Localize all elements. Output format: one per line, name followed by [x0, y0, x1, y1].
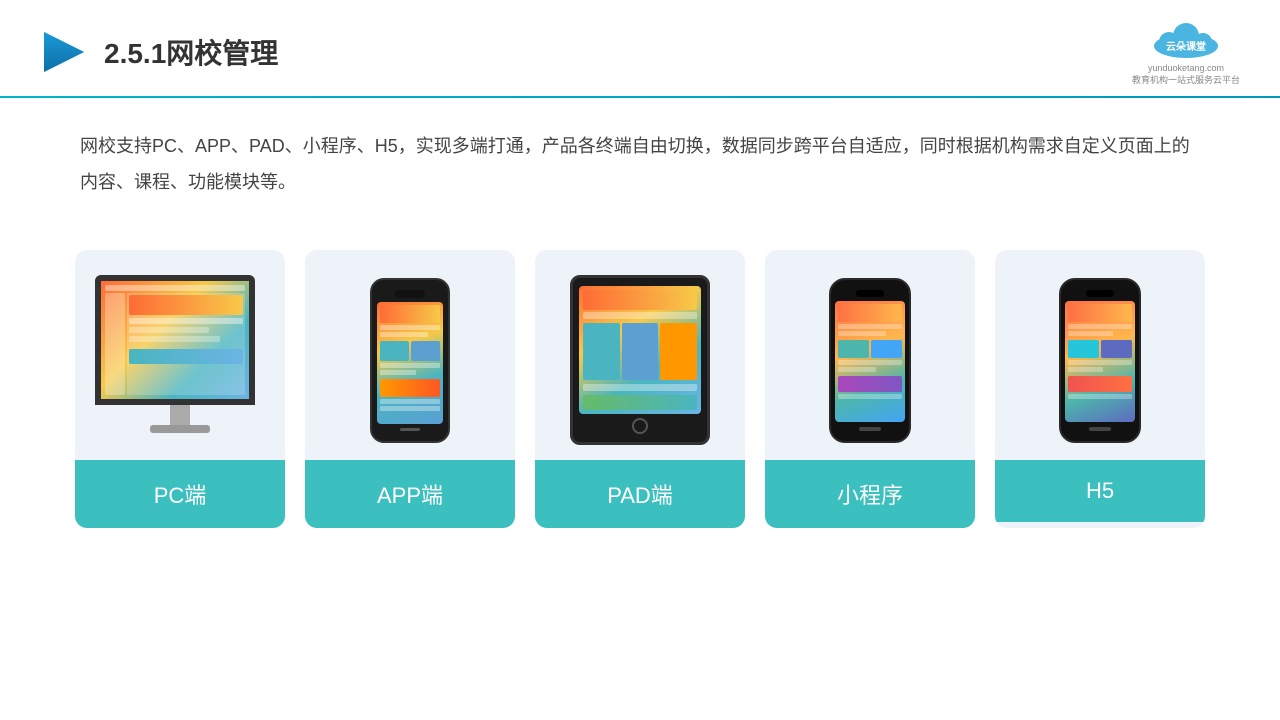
description-text: 网校支持PC、APP、PAD、小程序、H5，实现多端打通，产品各终端自由切换，数…: [80, 128, 1200, 200]
header-left: 2.5.1网校管理: [40, 28, 278, 76]
page: 2.5.1网校管理 云朵课堂 yunduoketang.com 教育机构一站式服…: [0, 0, 1280, 720]
h5-screen: [1065, 301, 1135, 422]
card-pc: PC端: [75, 250, 285, 528]
card-pc-image: [75, 250, 285, 460]
svg-text:云朵课堂: 云朵课堂: [1166, 40, 1206, 53]
logo-url: yunduoketang.com: [1148, 63, 1224, 73]
page-title: 2.5.1网校管理: [104, 32, 278, 72]
card-app-image: [305, 250, 515, 460]
card-miniprogram-label: 小程序: [765, 460, 975, 528]
phone-screen: [377, 302, 443, 424]
card-h5: H5: [995, 250, 1205, 528]
mini-notch: [856, 290, 884, 297]
h5-phone-icon: [1059, 278, 1141, 443]
cards-container: PC端: [0, 220, 1280, 558]
mini-screen: [835, 301, 905, 422]
card-app: APP端: [305, 250, 515, 528]
card-app-label: APP端: [305, 460, 515, 528]
card-pad-image: [535, 250, 745, 460]
description: 网校支持PC、APP、PAD、小程序、H5，实现多端打通，产品各终端自由切换，数…: [0, 98, 1280, 210]
cloud-logo: 云朵课堂: [1141, 18, 1231, 63]
header: 2.5.1网校管理 云朵课堂 yunduoketang.com 教育机构一站式服…: [0, 0, 1280, 86]
card-h5-label: H5: [995, 460, 1205, 522]
card-pad: PAD端: [535, 250, 745, 528]
tablet-icon: [570, 275, 710, 445]
h5-notch: [1086, 290, 1114, 297]
card-pad-label: PAD端: [535, 460, 745, 528]
card-pc-label: PC端: [75, 460, 285, 528]
miniprogram-phone-icon: [829, 278, 911, 443]
logo-tagline: 教育机构一站式服务云平台: [1132, 73, 1240, 86]
h5-home-bar: [1089, 427, 1111, 431]
card-miniprogram-image: [765, 250, 975, 460]
play-icon: [40, 28, 88, 76]
phone-home-button: [400, 428, 420, 431]
tablet-screen: [579, 286, 701, 414]
card-h5-image: [995, 250, 1205, 460]
tablet-home-button: [632, 418, 648, 434]
phone-app-icon: [370, 278, 450, 443]
mini-home-bar: [859, 427, 881, 431]
card-miniprogram: 小程序: [765, 250, 975, 528]
logo-area: 云朵课堂 yunduoketang.com 教育机构一站式服务云平台: [1132, 18, 1240, 86]
phone-notch: [395, 290, 425, 298]
pc-monitor-icon: [95, 275, 265, 445]
